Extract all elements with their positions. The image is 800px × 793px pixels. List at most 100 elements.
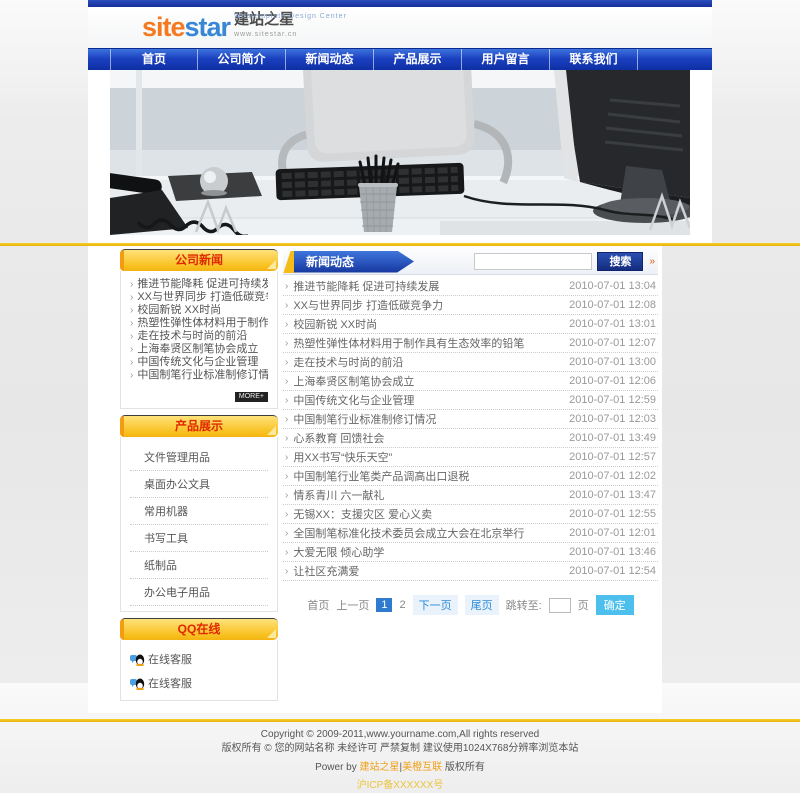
news-row[interactable]: ›用XX书写“快乐天空”2010-07-01 12:57: [283, 448, 658, 467]
sidebar-news-link[interactable]: ›校园新锐 XX时尚: [130, 304, 268, 317]
news-section-title: 新闻动态: [294, 251, 414, 273]
news-row[interactable]: ›让社区充满爱2010-07-01 12:54: [283, 562, 658, 581]
sidebar-news-link[interactable]: ›中国传统文化与企业管理: [130, 356, 268, 369]
news-date: 2010-07-01 13:47: [569, 489, 658, 501]
product-category-link[interactable]: 办公电子用品: [130, 579, 268, 606]
news-row[interactable]: ›热塑性弹性体材料用于制作具有生态效率的铅笔2010-07-01 12:07: [283, 334, 658, 353]
site-logo[interactable]: Webtemplate Design Center sitestar 建站之星 …: [142, 12, 297, 42]
qq-penguin-icon: [130, 677, 145, 690]
news-title: 校园新锐 XX时尚: [293, 316, 377, 332]
nav-item-about[interactable]: 公司简介: [198, 49, 286, 70]
sidebar-qq-title: QQ在线: [120, 618, 278, 640]
page-container: Webtemplate Design Center sitestar 建站之星 …: [88, 0, 712, 243]
arrow-bullet-icon: ›: [285, 509, 288, 520]
qq-service-link[interactable]: 在线客服: [130, 647, 268, 671]
sidebar-news-link[interactable]: ›推进节能降耗 促进可持续发展: [130, 278, 268, 291]
arrow-bullet-icon: ›: [130, 330, 133, 343]
news-title: XX与世界同步 打造低碳竞争力: [293, 297, 443, 313]
arrow-bullet-icon: ›: [285, 528, 288, 539]
sidebar-news-link[interactable]: ›热塑性弹性体材料用于制作具有生...: [130, 317, 268, 330]
logo-wordmark: sitestar: [142, 12, 230, 42]
pager-confirm-button[interactable]: 确定: [596, 595, 634, 615]
news-title: 情系青川 六一献礼: [293, 487, 384, 503]
pager-page-1-current[interactable]: 1: [376, 598, 392, 612]
pager-next[interactable]: 下一页: [413, 595, 458, 615]
news-row[interactable]: ›上海奉贤区制笔协会成立2010-07-01 12:06: [283, 372, 658, 391]
pager-jump-input[interactable]: [549, 598, 571, 613]
main-nav: 首页 公司简介 新闻动态 产品展示 用户留言 联系我们: [88, 48, 712, 70]
brand-link-sitestar[interactable]: 建站之星: [360, 762, 400, 773]
news-row[interactable]: ›走在技术与时尚的前沿2010-07-01 13:00: [283, 353, 658, 372]
news-title: 无锡XX：支援灾区 爱心义卖: [293, 506, 432, 522]
news-row[interactable]: ›校园新锐 XX时尚2010-07-01 13:01: [283, 315, 658, 334]
news-date: 2010-07-01 13:00: [569, 356, 658, 368]
powered-by-line: Power by 建站之星|美橙互联 版权所有: [0, 761, 800, 775]
brand-link-cndns[interactable]: 美橙互联: [402, 762, 442, 773]
news-title: 热塑性弹性体材料用于制作具有生态效率的铅笔: [293, 335, 524, 351]
nav-item-guestbook[interactable]: 用户留言: [462, 49, 550, 70]
news-title: 中国传统文化与企业管理: [293, 392, 414, 408]
page-footer: Copyright © 2009-2011,www.yourname.com,A…: [0, 722, 800, 793]
product-category-link[interactable]: 书写工具: [130, 525, 268, 552]
product-category-link[interactable]: 纸制品: [130, 552, 268, 579]
pager-page-2[interactable]: 2: [399, 599, 405, 611]
sidebar-news-label: XX与世界同步 打造低碳竞争力: [137, 291, 268, 304]
sidebar-news-label: 推进节能降耗 促进可持续发展: [137, 278, 268, 291]
product-category-link[interactable]: 桌面办公文具: [130, 471, 268, 498]
arrow-bullet-icon: ›: [285, 338, 288, 349]
product-category-link[interactable]: 常用机器: [130, 498, 268, 525]
arrow-bullet-icon: ›: [285, 281, 288, 292]
news-row[interactable]: ›中国制笔行业标准制修订情况2010-07-01 12:03: [283, 410, 658, 429]
news-date: 2010-07-01 12:01: [569, 527, 658, 539]
news-row[interactable]: ›情系青川 六一献礼2010-07-01 13:47: [283, 486, 658, 505]
arrow-bullet-icon: ›: [285, 395, 288, 406]
news-date: 2010-07-01 12:02: [569, 470, 658, 482]
pager-first[interactable]: 首页: [307, 597, 329, 613]
news-row[interactable]: ›XX与世界同步 打造低碳竞争力2010-07-01 12:08: [283, 296, 658, 315]
hero-image: [110, 70, 690, 235]
sidebar-news-link[interactable]: ›上海奉贤区制笔协会成立: [130, 343, 268, 356]
sidebar-news-link[interactable]: ›中国制笔行业标准制修订情况: [130, 369, 268, 382]
icp-record-link[interactable]: 沪ICP备XXXXXX号: [0, 779, 800, 793]
news-date: 2010-07-01 12:59: [569, 394, 658, 406]
arrow-bullet-icon: ›: [285, 547, 288, 558]
top-accent-strip: [88, 0, 712, 7]
news-date: 2010-07-01 12:08: [569, 299, 658, 311]
news-row[interactable]: › 中国传统文化与企业管理 2010-07-01 12:59: [283, 391, 658, 410]
news-row[interactable]: ›推进节能降耗 促进可持续发展2010-07-01 13:04: [283, 277, 658, 296]
sidebar-news-label: 校园新锐 XX时尚: [137, 304, 221, 317]
news-row[interactable]: ›中国制笔行业笔类产品调高出口退税2010-07-01 12:02: [283, 467, 658, 486]
sidebar-news-link[interactable]: › XX与世界同步 打造低碳竞争力: [130, 291, 268, 304]
arrow-bullet-icon: ›: [285, 433, 288, 444]
pager-prev[interactable]: 上一页: [336, 597, 369, 613]
news-row[interactable]: ›心系教育 回馈社会2010-07-01 13:49: [283, 429, 658, 448]
main-column: 新闻动态 搜索 » ›推进节能降耗 促进可持续发展2010-07-01 13:0…: [283, 249, 658, 707]
more-row: MORE+: [130, 385, 268, 403]
qq-service-link[interactable]: 在线客服: [130, 671, 268, 695]
pager-last[interactable]: 尾页: [465, 595, 499, 615]
logo-tagline: Webtemplate Design Center: [234, 13, 347, 20]
product-category-link[interactable]: 文件管理用品: [130, 444, 268, 471]
news-list: ›推进节能降耗 促进可持续发展2010-07-01 13:04 › XX与世界同步…: [283, 277, 658, 581]
power-prefix: Power by: [315, 762, 359, 773]
qq-service-label: 在线客服: [148, 651, 192, 667]
news-row[interactable]: ›全国制笔标准化技术委员会成立大会在北京举行2010-07-01 12:01: [283, 524, 658, 543]
more-link[interactable]: MORE+: [235, 392, 268, 402]
nav-item-contact[interactable]: 联系我们: [550, 49, 638, 70]
arrow-bullet-icon: ›: [285, 319, 288, 330]
nav-item-home[interactable]: 首页: [110, 49, 198, 70]
sidebar-product-body: 文件管理用品 桌面办公文具 常用机器 书写工具 纸制品 办公电子用品: [120, 437, 278, 612]
hero-bottom-padding: [88, 235, 712, 243]
sidebar-news-link[interactable]: ›走在技术与时尚的前沿: [130, 330, 268, 343]
news-row[interactable]: ›无锡XX：支援灾区 爱心义卖2010-07-01 12:55: [283, 505, 658, 524]
news-title: 大爱无限 倾心助学: [293, 544, 384, 560]
search-input[interactable]: [474, 253, 592, 270]
news-date: 2010-07-01 12:54: [569, 565, 658, 577]
news-row[interactable]: ›大爱无限 倾心助学2010-07-01 13:46: [283, 543, 658, 562]
office-desk-illustration: [110, 70, 690, 235]
search-button[interactable]: 搜索: [597, 252, 643, 271]
nav-item-news[interactable]: 新闻动态: [286, 49, 374, 70]
news-title: 走在技术与时尚的前沿: [293, 354, 403, 370]
arrow-bullet-icon: ›: [130, 291, 133, 304]
nav-item-products[interactable]: 产品展示: [374, 49, 462, 70]
